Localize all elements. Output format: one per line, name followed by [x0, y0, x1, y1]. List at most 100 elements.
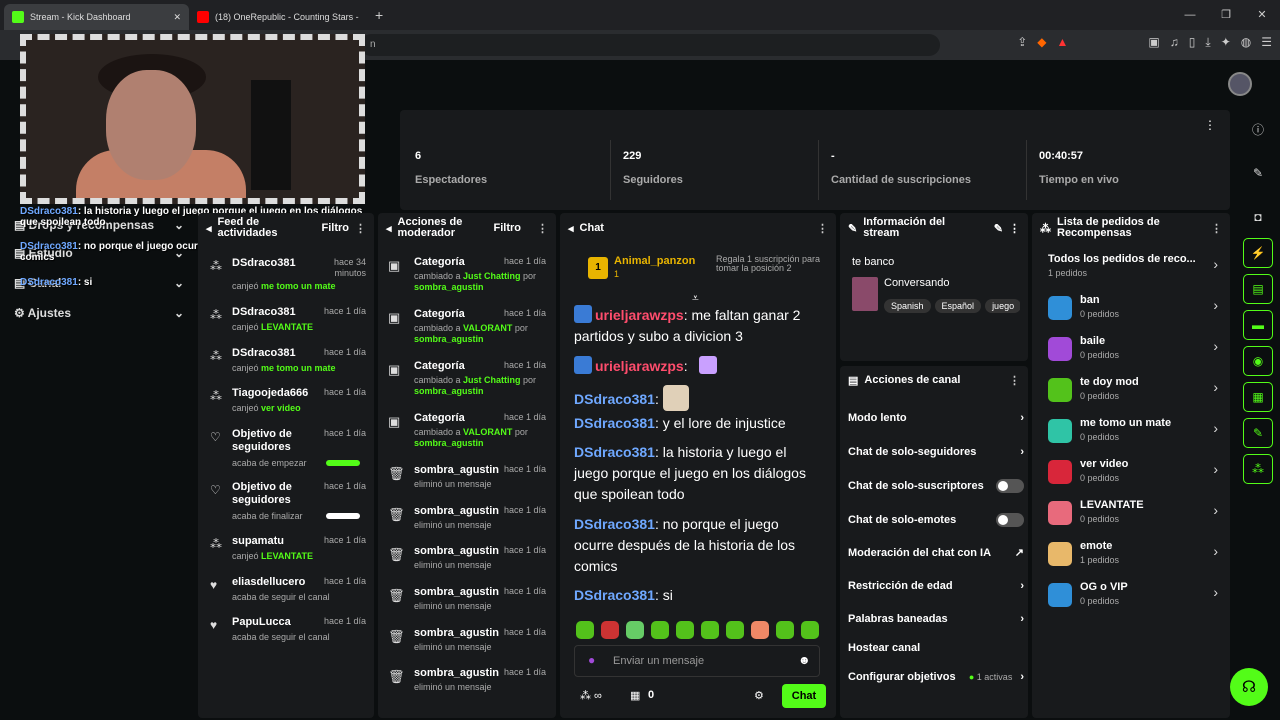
sidebar-toggle-icon[interactable]: ▯ — [1189, 35, 1196, 50]
reward-icon — [1048, 542, 1072, 566]
url-fragment: n — [370, 39, 376, 50]
chat-icon[interactable]: ▬ — [1243, 310, 1273, 340]
tag[interactable]: juego — [985, 299, 1020, 313]
action-age-restriction[interactable]: Restricción de edad › — [848, 580, 1024, 592]
downloads-icon[interactable]: ⤓ — [1205, 35, 1210, 50]
category-icon: ▣ — [388, 310, 401, 325]
send-chat-button[interactable]: Chat — [782, 684, 826, 708]
category-name[interactable]: Conversando — [884, 277, 949, 289]
ai-icon[interactable]: ✦ — [1221, 35, 1231, 50]
new-tab-button[interactable]: + — [375, 7, 383, 23]
action-host-channel[interactable]: Hostear canal — [848, 642, 1024, 654]
emote-icon[interactable] — [576, 621, 594, 639]
chevron-right-icon: › — [1213, 379, 1218, 395]
screenshot-icon[interactable]: ◘ — [1243, 202, 1273, 232]
filter-button[interactable]: Filtro — [322, 222, 350, 234]
url-field[interactable]: n — [360, 34, 940, 56]
more-options-icon[interactable]: ⋮ — [1009, 374, 1020, 387]
action-banned-words[interactable]: Palabras baneadas › — [848, 613, 1024, 625]
more-options-icon[interactable]: ⋮ — [1009, 222, 1020, 235]
action-subs-only: Chat de solo-suscriptores — [848, 479, 1024, 493]
reward-item[interactable]: baile 0 pedidos › — [1048, 335, 1218, 369]
chevron-right-icon: › — [1020, 412, 1024, 424]
broadcast-icon[interactable]: ◉ — [1243, 346, 1273, 376]
emoji-icon[interactable]: ☻ — [798, 653, 811, 667]
browser-tab-kick[interactable]: Stream - Kick Dashboard ✕ — [4, 4, 189, 30]
browser-tab-youtube[interactable]: (18) OneRepublic - Counting Stars - — [189, 4, 369, 30]
action-goals[interactable]: Configurar objetivos ● 1 activas › — [848, 671, 1024, 683]
reward-item[interactable]: ver video 0 pedidos › — [1048, 458, 1218, 492]
rank-badge-icon: 1 — [588, 257, 608, 279]
chevron-right-icon: › — [1213, 543, 1218, 559]
reward-item[interactable]: ban 0 pedidos › — [1048, 294, 1218, 328]
reward-item[interactable]: te doy mod 0 pedidos › — [1048, 376, 1218, 410]
rewards-icon[interactable]: ▲ — [1057, 35, 1069, 50]
gear-icon[interactable]: ⚙ — [754, 689, 764, 702]
rewards-icon[interactable]: ⁂ — [1243, 454, 1273, 484]
action-slow-mode[interactable]: Modo lento › — [848, 412, 1024, 424]
reward-icon — [1048, 501, 1072, 525]
music-icon[interactable]: ♫ — [1170, 35, 1179, 50]
menu-icon[interactable]: ☰ — [1261, 35, 1272, 50]
panel-title: Información del stream — [863, 216, 946, 239]
emote-icon[interactable] — [626, 621, 644, 639]
emote-icon[interactable] — [801, 621, 819, 639]
emote-icon[interactable] — [601, 621, 619, 639]
emote-icon[interactable] — [676, 621, 694, 639]
edit-icon[interactable]: ✎ — [994, 222, 1003, 235]
chat-input[interactable]: Enviar un mensaje — [574, 645, 820, 677]
user-avatar[interactable] — [1228, 72, 1252, 96]
reward-item[interactable]: LEVANTATE 0 pedidos › — [1048, 499, 1218, 533]
emote-icon[interactable] — [776, 621, 794, 639]
close-window-button[interactable]: ✕ — [1244, 0, 1280, 30]
reward-all-requests[interactable]: Todos los pedidos de reco... 1 pedidos › — [1048, 253, 1218, 287]
store-icon[interactable]: ▦ — [630, 689, 640, 702]
info-icon[interactable]: ⓘ — [1243, 114, 1273, 144]
category-icon: ▣ — [388, 258, 401, 273]
subs-only-toggle[interactable] — [996, 479, 1024, 493]
reward-item[interactable]: OG o VIP 0 pedidos › — [1048, 581, 1218, 615]
filter-button[interactable]: Filtro — [494, 222, 522, 234]
share-icon[interactable]: ⇪ — [1017, 35, 1027, 50]
brave-shield-icon[interactable]: ◆ — [1037, 35, 1046, 50]
reward-item[interactable]: emote 1 pedidos › — [1048, 540, 1218, 574]
support-button[interactable]: ☊ — [1230, 668, 1268, 706]
reader-icon[interactable]: ▣ — [1148, 35, 1159, 50]
trash-icon: 🗑 — [388, 466, 405, 481]
emote-icon[interactable] — [701, 621, 719, 639]
collapse-icon[interactable]: ⩡ — [692, 291, 699, 306]
panel-title: Acciones de moderador — [397, 216, 463, 239]
chat-message: DSdraco381: — [574, 385, 814, 411]
emote-icon[interactable] — [751, 621, 769, 639]
tag[interactable]: Español — [934, 299, 982, 313]
stream-info-panel: ✎ Información del stream ✎ ⋮ te banco Co… — [840, 213, 1028, 361]
stream-info-icon[interactable]: ▤ — [1243, 274, 1273, 304]
maximize-button[interactable]: ❐ — [1208, 0, 1244, 30]
more-options-icon[interactable]: ⋮ — [1211, 222, 1222, 235]
points-icon: ⁂ ∞ — [580, 690, 602, 702]
action-ai-moderation[interactable]: Moderación del chat con IA ↗ — [848, 546, 1024, 560]
tag[interactable]: Spanish — [884, 299, 931, 313]
action-followers-only[interactable]: Chat de solo-seguidores › — [848, 446, 1024, 458]
more-options-icon[interactable]: ⋮ — [537, 222, 548, 235]
reward-item[interactable]: me tomo un mate 0 pedidos › — [1048, 417, 1218, 451]
minimize-button[interactable]: — — [1172, 0, 1208, 30]
more-options-icon[interactable]: ⋮ — [817, 222, 828, 235]
emotes-only-toggle[interactable] — [996, 513, 1024, 527]
emote-icon[interactable] — [651, 621, 669, 639]
quick-actions-icon[interactable]: ⚡ — [1243, 238, 1273, 268]
sidebar-item-settings[interactable]: ⚙ Ajustes ⌄ — [14, 306, 184, 320]
emote-icon[interactable] — [726, 621, 744, 639]
wrench-icon[interactable]: ✎ — [1243, 418, 1273, 448]
gift-prompt[interactable]: Regala 1 suscripción para tomar la posic… — [716, 255, 828, 273]
more-options-icon[interactable]: ⋮ — [355, 222, 366, 235]
panel-title: Acciones de canal — [864, 374, 961, 386]
mic-icon[interactable]: ● — [588, 653, 595, 667]
more-options-icon[interactable]: ⋮ — [1204, 118, 1216, 132]
mod-log-icon[interactable]: ▦ — [1243, 382, 1273, 412]
vpn-icon[interactable]: ◍ — [1241, 35, 1251, 50]
pencil-icon[interactable]: ✎ — [1243, 158, 1273, 188]
close-tab-icon[interactable]: ✕ — [173, 12, 181, 23]
panel-title: Lista de pedidos de Recompensas — [1057, 216, 1160, 239]
goal-progress-bar — [326, 460, 360, 466]
